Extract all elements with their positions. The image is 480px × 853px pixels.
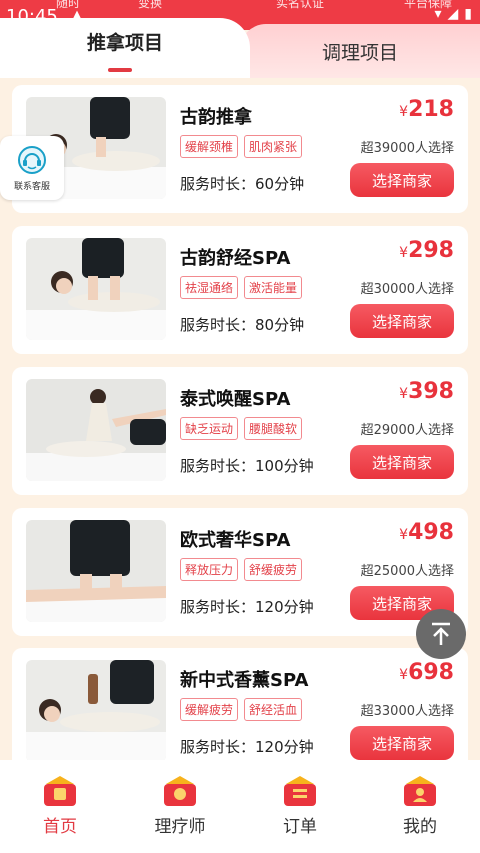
service-photo	[26, 238, 166, 340]
service-tag: 缓解疲劳	[180, 698, 239, 721]
tabbar-label: 订单	[283, 817, 317, 837]
bottom-tab-bar: 首页 理疗师 订单 我的	[0, 760, 480, 853]
service-tag: 缺乏运动	[180, 417, 239, 440]
tabbar-label: 我的	[403, 817, 437, 837]
service-sold-count: 超25000人选择	[360, 564, 454, 579]
service-title: 新中式香薰SPA	[180, 670, 309, 691]
service-card[interactable]: 古韵推拿 缓解颈椎 肌肉紧张 服务时长：60分钟 ¥218 超39000人选择 …	[12, 85, 468, 213]
profile-icon	[404, 776, 436, 806]
active-tab-indicator	[108, 68, 132, 72]
service-sold-count: 超30000人选择	[360, 282, 454, 297]
price-value: 698	[408, 660, 454, 685]
order-icon	[284, 776, 316, 806]
price-value: 218	[408, 97, 454, 122]
status-ghost-2: 变换	[138, 0, 163, 10]
price-currency: ¥	[399, 104, 409, 120]
service-price: ¥218	[399, 97, 454, 122]
tabbar-item-order[interactable]: 订单	[260, 774, 340, 837]
service-photo	[26, 520, 166, 622]
service-title: 古韵舒经SPA	[180, 248, 291, 269]
service-duration: 服务时长：120分钟	[180, 738, 314, 756]
price-currency: ¥	[399, 667, 409, 683]
service-duration: 服务时长：80分钟	[180, 316, 305, 334]
service-tags: 释放压力 舒缓疲劳	[180, 558, 303, 581]
service-tag: 释放压力	[180, 558, 239, 581]
service-card[interactable]: 古韵舒经SPA 祛湿通络 激活能量 服务时长：80分钟 ¥298 超30000人…	[12, 226, 468, 354]
tabbar-label: 首页	[43, 817, 77, 837]
service-sold-count: 超29000人选择	[360, 423, 454, 438]
service-price: ¥498	[399, 520, 454, 545]
tabbar-item-therapist[interactable]: 理疗师	[140, 774, 220, 837]
service-tags: 缓解疲劳 舒经活血	[180, 698, 303, 721]
service-tags: 缓解颈椎 肌肉紧张	[180, 135, 303, 158]
service-tag: 激活能量	[244, 276, 303, 299]
tab-conditioning[interactable]: 调理项目	[240, 24, 480, 78]
price-currency: ¥	[399, 527, 409, 543]
service-duration: 服务时长：120分钟	[180, 598, 314, 616]
status-ghost-1: 随时	[56, 0, 81, 10]
service-title: 泰式唤醒SPA	[180, 389, 291, 410]
choose-merchant-button[interactable]: 选择商家	[350, 726, 454, 760]
tab-conditioning-label: 调理项目	[321, 41, 398, 64]
headset-icon	[18, 145, 46, 174]
service-tags: 缺乏运动 腰腿酸软	[180, 417, 303, 440]
service-tag: 缓解颈椎	[180, 135, 239, 158]
home-icon	[44, 776, 76, 806]
service-card[interactable]: 新中式香薰SPA 缓解疲劳 舒经活血 服务时长：120分钟 ¥698 超3300…	[12, 648, 468, 760]
service-card[interactable]: 欧式奢华SPA 释放压力 舒缓疲劳 服务时长：120分钟 ¥498 超25000…	[12, 508, 468, 636]
service-price: ¥298	[399, 238, 454, 263]
service-tag: 舒缓疲劳	[244, 558, 303, 581]
tabbar-label: 理疗师	[154, 817, 206, 837]
category-tabs: 调理项目 推拿项目	[0, 18, 480, 78]
arrow-up-icon	[432, 622, 450, 645]
price-value: 498	[408, 520, 454, 545]
service-tag: 祛湿通络	[180, 276, 239, 299]
contact-support-button[interactable]: 联系客服	[0, 136, 64, 200]
back-to-top-button[interactable]	[416, 609, 466, 659]
service-sold-count: 超33000人选择	[360, 704, 454, 719]
price-currency: ¥	[399, 245, 409, 261]
service-price: ¥398	[399, 379, 454, 404]
service-tag: 肌肉紧张	[244, 135, 303, 158]
service-duration: 服务时长：60分钟	[180, 175, 305, 193]
therapist-icon	[164, 776, 196, 806]
contact-support-label: 联系客服	[13, 181, 50, 192]
choose-merchant-button[interactable]: 选择商家	[350, 445, 454, 479]
service-card[interactable]: 泰式唤醒SPA 缺乏运动 腰腿酸软 服务时长：100分钟 ¥398 超29000…	[12, 367, 468, 495]
price-currency: ¥	[399, 386, 409, 402]
service-tag: 舒经活血	[244, 698, 303, 721]
service-tags: 祛湿通络 激活能量	[180, 276, 303, 299]
service-title: 欧式奢华SPA	[180, 530, 291, 551]
service-photo	[26, 379, 166, 481]
service-price: ¥698	[399, 660, 454, 685]
price-value: 398	[408, 379, 454, 404]
price-value: 298	[408, 238, 454, 263]
service-duration: 服务时长：100分钟	[180, 457, 314, 475]
service-tag: 腰腿酸软	[244, 417, 303, 440]
choose-merchant-button[interactable]: 选择商家	[350, 304, 454, 338]
tabbar-item-profile[interactable]: 我的	[380, 774, 460, 837]
service-sold-count: 超39000人选择	[360, 141, 454, 156]
tab-massage[interactable]: 推拿项目	[0, 18, 250, 78]
choose-merchant-button[interactable]: 选择商家	[350, 163, 454, 197]
status-ghost-3: 实名认证	[276, 0, 325, 10]
service-photo	[26, 660, 166, 760]
service-title: 古韵推拿	[180, 107, 252, 128]
service-list[interactable]: 古韵推拿 缓解颈椎 肌肉紧张 服务时长：60分钟 ¥218 超39000人选择 …	[0, 78, 480, 760]
tabbar-item-home[interactable]: 首页	[20, 774, 100, 837]
